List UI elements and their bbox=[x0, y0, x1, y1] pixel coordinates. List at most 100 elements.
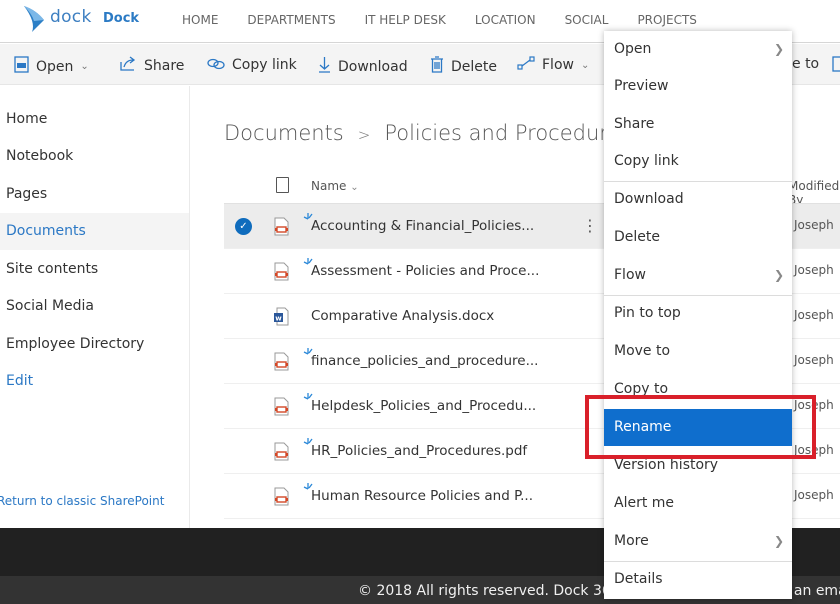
delete-button[interactable]: Delete bbox=[430, 56, 497, 77]
modified-by: Joseph bbox=[794, 353, 834, 367]
file-name[interactable]: Assessment - Policies and Proce... bbox=[311, 263, 539, 279]
nav-location[interactable]: LOCATION bbox=[475, 13, 536, 27]
left-navigation: Home Notebook Pages Documents Site conte… bbox=[0, 86, 190, 528]
pdf-file-icon bbox=[274, 442, 289, 461]
return-to-classic-link[interactable]: Return to classic SharePoint bbox=[0, 494, 164, 508]
nav-it-help-desk[interactable]: IT HELP DESK bbox=[365, 13, 446, 27]
breadcrumb: Documents > Policies and Procedures bbox=[224, 121, 631, 145]
site-name[interactable]: Dock bbox=[103, 11, 139, 26]
menu-item-pin-to-top[interactable]: Pin to top bbox=[604, 295, 792, 332]
menu-item-label: Pin to top bbox=[614, 305, 681, 321]
context-menu: Open ❯ Preview Share Copy link Download Delete… bbox=[604, 31, 792, 599]
sidebar-edit-link[interactable]: Edit bbox=[0, 363, 189, 400]
menu-item-label: More bbox=[614, 533, 649, 549]
modified-by: Joseph bbox=[794, 443, 834, 457]
modified-by: Joseph bbox=[794, 263, 834, 277]
name-column-header[interactable]: Name ⌄ bbox=[311, 179, 359, 193]
menu-item-version-history[interactable]: Version history bbox=[604, 447, 792, 484]
sidebar-item-social-media[interactable]: Social Media bbox=[0, 288, 189, 325]
chevron-down-icon: ⌄ bbox=[580, 59, 590, 71]
move-to-label: e to bbox=[792, 56, 820, 72]
move-to-button[interactable]: e to bbox=[792, 56, 819, 72]
nav-projects[interactable]: PROJECTS bbox=[637, 13, 696, 27]
more-options-icon[interactable]: ⋮ bbox=[582, 216, 598, 235]
menu-item-preview[interactable]: Preview bbox=[604, 68, 792, 105]
flow-icon bbox=[517, 56, 535, 74]
copy-link-label: Copy link bbox=[232, 57, 297, 73]
menu-item-alert-me[interactable]: Alert me bbox=[604, 485, 792, 522]
pdf-file-icon bbox=[274, 487, 289, 506]
nav-home[interactable]: HOME bbox=[182, 13, 218, 27]
menu-item-label: Details bbox=[614, 571, 663, 587]
menu-item-label: Copy to bbox=[614, 381, 669, 397]
menu-item-flow[interactable]: Flow ❯ bbox=[604, 257, 792, 294]
menu-item-rename[interactable]: Rename bbox=[604, 409, 792, 446]
sidebar-item-home[interactable]: Home bbox=[0, 101, 189, 138]
file-name[interactable]: finance_policies_and_procedure... bbox=[311, 353, 538, 369]
sidebar-item-employee-directory[interactable]: Employee Directory bbox=[0, 326, 189, 363]
open-button[interactable]: Open ⌄ bbox=[14, 56, 89, 77]
link-icon bbox=[207, 56, 225, 74]
menu-item-details[interactable]: Details bbox=[604, 561, 792, 598]
sidebar-item-documents[interactable]: Documents bbox=[0, 213, 189, 250]
file-name[interactable]: Helpdesk_Policies_and_Procedu... bbox=[311, 398, 536, 414]
menu-item-copy-to[interactable]: Copy to bbox=[604, 371, 792, 408]
delete-label: Delete bbox=[451, 58, 497, 75]
breadcrumb-root[interactable]: Documents bbox=[224, 121, 344, 145]
overflow-command-icon[interactable] bbox=[832, 56, 840, 72]
chevron-right-icon: ❯ bbox=[773, 268, 784, 282]
sidebar-item-pages[interactable]: Pages bbox=[0, 176, 189, 213]
open-label: Open bbox=[36, 58, 74, 75]
breadcrumb-separator: > bbox=[357, 126, 371, 144]
menu-item-share[interactable]: Share bbox=[604, 106, 792, 143]
pdf-file-icon bbox=[274, 217, 289, 236]
download-icon bbox=[318, 56, 331, 77]
menu-item-delete[interactable]: Delete bbox=[604, 219, 792, 256]
copy-link-button[interactable]: Copy link bbox=[207, 56, 297, 74]
file-type-column-icon[interactable] bbox=[276, 177, 289, 193]
menu-item-label: Move to bbox=[614, 343, 671, 359]
menu-item-label: Share bbox=[614, 116, 655, 132]
chevron-down-icon: ⌄ bbox=[80, 61, 89, 72]
file-name[interactable]: Human Resource Policies and P... bbox=[311, 488, 533, 504]
file-name[interactable]: HR_Policies_and_Procedures.pdf bbox=[311, 443, 527, 459]
name-column-label: Name bbox=[311, 179, 347, 193]
nav-social[interactable]: SOCIAL bbox=[565, 13, 609, 27]
menu-item-more[interactable]: More ❯ bbox=[604, 523, 792, 560]
modified-by: Joseph bbox=[794, 218, 834, 232]
word-file-icon: w bbox=[274, 307, 289, 326]
menu-item-label: Alert me bbox=[614, 495, 675, 511]
trash-icon bbox=[430, 56, 444, 77]
share-label: Share bbox=[144, 57, 185, 74]
modified-by: Joseph bbox=[794, 308, 834, 322]
sidebar-item-site-contents[interactable]: Site contents bbox=[0, 251, 189, 288]
menu-item-open[interactable]: Open ❯ bbox=[604, 31, 792, 68]
menu-item-label: Version history bbox=[614, 457, 719, 473]
file-name[interactable]: Comparative Analysis.docx bbox=[311, 308, 494, 324]
download-button[interactable]: Download bbox=[318, 56, 408, 77]
share-button[interactable]: Share bbox=[120, 56, 184, 75]
menu-item-label: Copy link bbox=[614, 153, 679, 169]
menu-item-label: Download bbox=[614, 191, 684, 207]
pdf-file-icon bbox=[274, 352, 289, 371]
modified-by: Joseph bbox=[794, 398, 834, 412]
nav-departments[interactable]: DEPARTMENTS bbox=[247, 13, 335, 27]
checkmark-icon[interactable]: ✓ bbox=[235, 218, 252, 235]
menu-item-download[interactable]: Download bbox=[604, 181, 792, 218]
chevron-down-icon: ⌄ bbox=[350, 182, 359, 193]
menu-item-move-to[interactable]: Move to bbox=[604, 333, 792, 370]
download-label: Download bbox=[338, 58, 408, 75]
share-icon bbox=[120, 56, 137, 75]
menu-item-label: Preview bbox=[614, 78, 669, 94]
menu-item-label: Delete bbox=[614, 229, 660, 245]
sidebar-item-notebook[interactable]: Notebook bbox=[0, 138, 189, 175]
global-nav: HOME DEPARTMENTS IT HELP DESK LOCATION S… bbox=[182, 13, 726, 27]
logo-text: dock bbox=[50, 7, 92, 27]
svg-text:w: w bbox=[275, 315, 282, 323]
dock-logo-icon bbox=[24, 6, 44, 32]
file-name[interactable]: Accounting & Financial_Policies... bbox=[311, 218, 534, 234]
flow-button[interactable]: Flow ⌄ bbox=[517, 56, 589, 74]
menu-item-copy-link[interactable]: Copy link bbox=[604, 143, 792, 180]
modified-by: Joseph bbox=[794, 488, 834, 502]
flow-label: Flow bbox=[542, 57, 574, 73]
